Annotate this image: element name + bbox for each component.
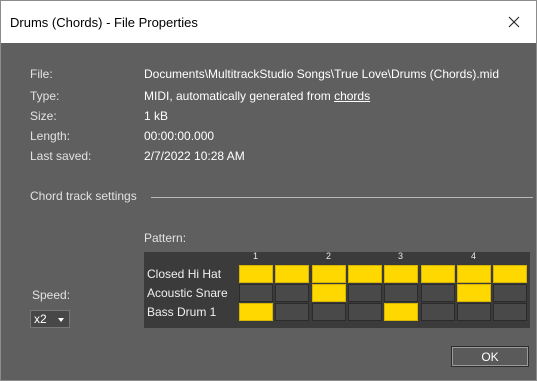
type-value-text: MIDI, automatically generated from [144,89,335,103]
size-value: 1 kB [144,109,169,123]
beat-header: 1 2 3 4 [144,251,530,264]
window-title: Drums (Chords) - File Properties [10,15,198,30]
pattern-step-cell[interactable] [493,265,527,283]
beat-number: 4 [471,251,477,261]
section-divider [151,197,533,198]
dialog-content: File: Documents\MultitrackStudio Songs\T… [1,43,536,380]
chords-link[interactable]: chords [334,89,370,103]
pattern-step-cell[interactable] [421,284,455,302]
pattern-step-cell[interactable] [312,284,346,302]
ok-button[interactable]: OK [451,346,529,367]
pattern-step-cell[interactable] [239,303,273,321]
pattern-step-cell[interactable] [312,303,346,321]
type-label: Type: [30,89,60,103]
file-properties-dialog: Drums (Chords) - File Properties File: D… [0,0,537,381]
beat-number: 3 [398,251,404,261]
pattern-step-cell[interactable] [421,265,455,283]
pattern-step-cell[interactable] [384,265,418,283]
chevron-down-icon [58,318,64,322]
length-label: Length: [30,129,71,143]
file-value: Documents\MultitrackStudio Songs\True Lo… [144,67,500,81]
pattern-step-cell[interactable] [384,284,418,302]
row-label-acoustic-snare: Acoustic Snare [147,286,228,300]
pattern-step-cell[interactable] [348,303,382,321]
pattern-step-cell[interactable] [275,265,309,283]
pattern-step-cell[interactable] [275,284,309,302]
pattern-step-cell[interactable] [312,265,346,283]
pattern-step-cell[interactable] [239,265,273,283]
type-value: MIDI, automatically generated from chord… [144,89,370,103]
pattern-step-cell[interactable] [348,265,382,283]
pattern-step-cell[interactable] [493,303,527,321]
size-label: Size: [30,109,57,123]
row-label-closed-hi-hat: Closed Hi Hat [147,267,222,281]
file-label: File: [30,67,53,81]
pattern-step-cell[interactable] [457,303,491,321]
last-saved-label: Last saved: [30,149,92,163]
chord-track-settings-heading: Chord track settings [30,189,137,203]
speed-value: x2 [34,312,47,326]
title-bar: Drums (Chords) - File Properties [1,1,536,43]
beat-number: 2 [326,251,332,261]
last-saved-value: 2/7/2022 10:28 AM [144,149,245,163]
beat-number: 1 [253,251,259,261]
pattern-label: Pattern: [144,231,187,245]
length-value: 00:00:00.000 [144,129,215,143]
pattern-step-cell[interactable] [457,284,491,302]
speed-label: Speed: [32,288,71,302]
speed-dropdown[interactable]: x2 [30,310,70,328]
pattern-step-cell[interactable] [275,303,309,321]
pattern-step-cell[interactable] [493,284,527,302]
row-label-bass-drum-1: Bass Drum 1 [147,305,217,319]
pattern-step-cell[interactable] [239,284,273,302]
close-button[interactable] [492,1,536,43]
close-icon [508,16,520,28]
pattern-step-cell[interactable] [384,303,418,321]
pattern-grid: 1 2 3 4 Closed Hi Hat Acoustic Snare Bas… [144,251,530,328]
pattern-step-cell[interactable] [457,265,491,283]
pattern-step-cell[interactable] [421,303,455,321]
pattern-step-cell[interactable] [348,284,382,302]
